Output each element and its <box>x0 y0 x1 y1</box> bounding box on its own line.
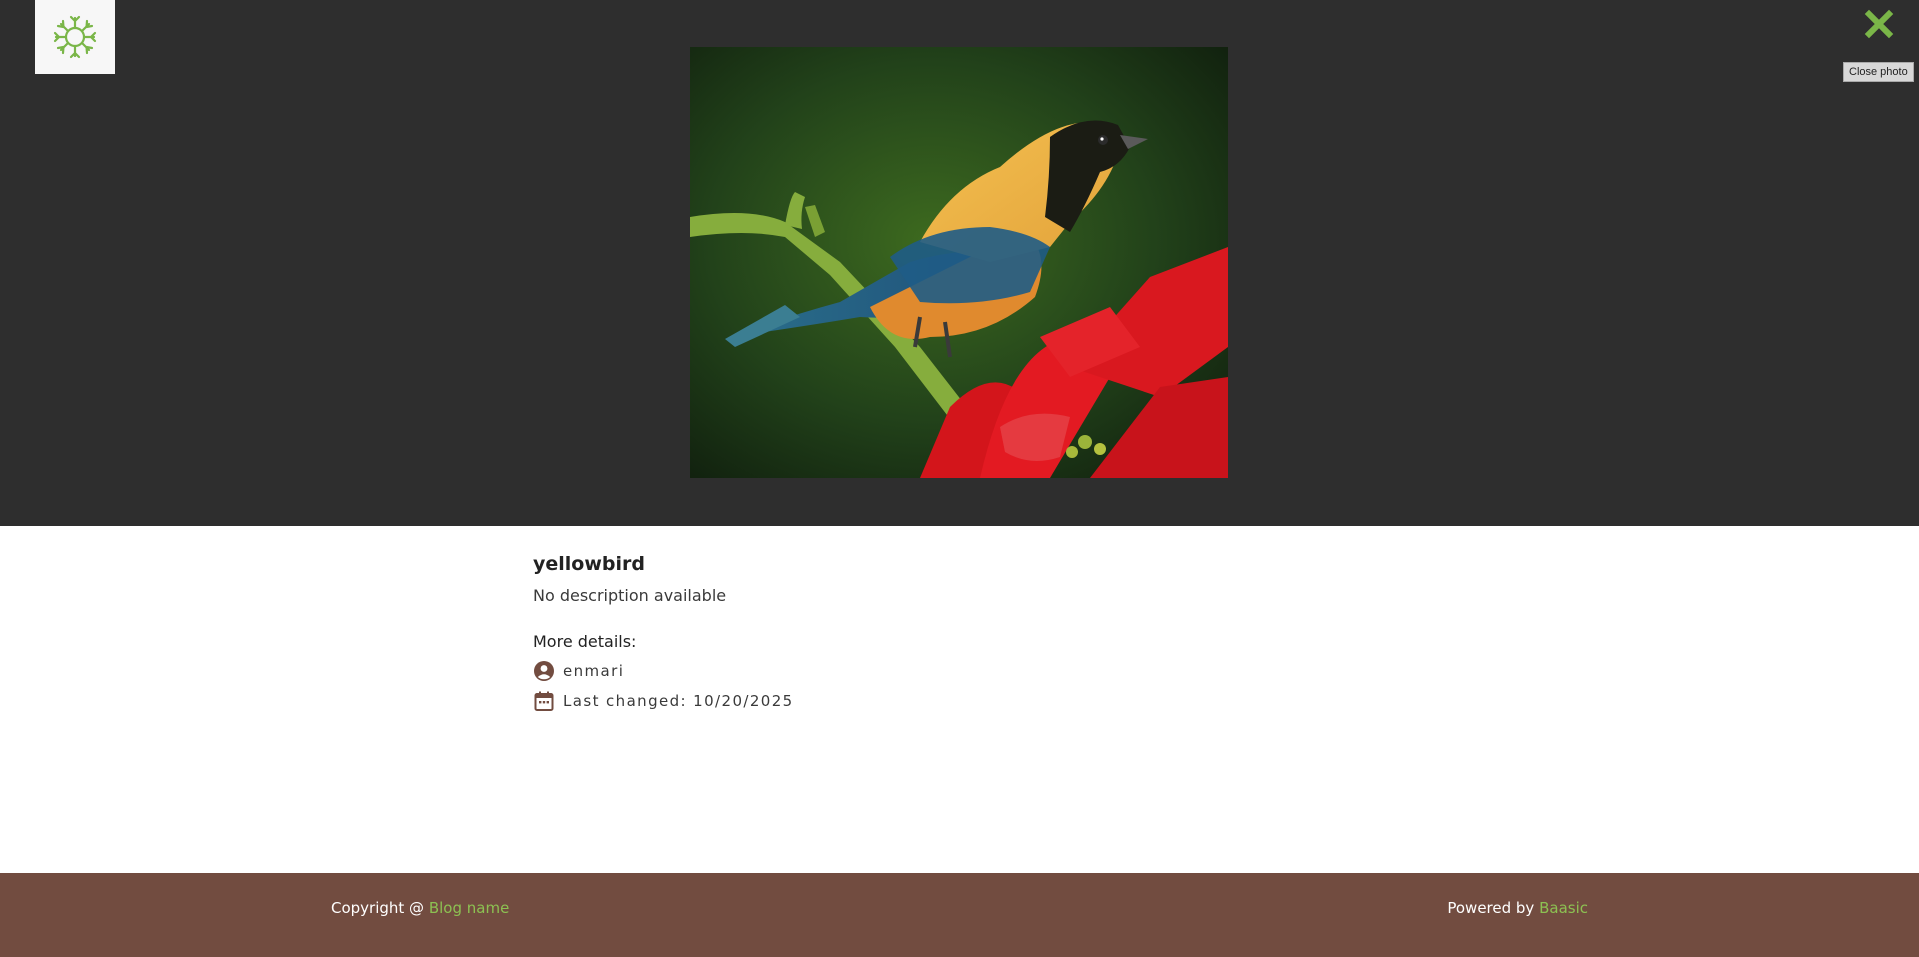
photo-description: No description available <box>533 586 727 605</box>
more-details-label: More details: <box>533 632 637 651</box>
photo-viewer-header: Close photo <box>0 0 1919 526</box>
last-changed-text: Last changed: 10/20/2025 <box>563 692 794 710</box>
blog-name-link[interactable]: Blog name <box>429 899 509 917</box>
powered-prefix: Powered by <box>1447 899 1535 917</box>
footer-powered-by: Powered by Baasic <box>1447 899 1588 917</box>
close-photo-tooltip[interactable]: Close photo <box>1843 62 1914 82</box>
account-circle-icon <box>534 661 554 681</box>
sun-logo-icon <box>53 15 97 59</box>
home-logo-link[interactable] <box>35 0 115 74</box>
author-row: enmari <box>533 660 1233 682</box>
close-icon[interactable] <box>1864 9 1894 39</box>
photo-title: yellowbird <box>533 553 645 575</box>
photo-details: yellowbird No description available More… <box>533 552 1233 712</box>
author-name: enmari <box>563 662 625 680</box>
copyright-prefix: Copyright @ <box>331 899 425 917</box>
site-footer: Copyright @ Blog name Powered by Baasic <box>0 873 1919 957</box>
bird-photo <box>690 47 1228 478</box>
footer-copyright: Copyright @ Blog name <box>331 899 509 917</box>
baasic-link[interactable]: Baasic <box>1539 899 1588 917</box>
calendar-icon <box>534 691 554 711</box>
last-changed-row: Last changed: 10/20/2025 <box>533 690 1233 712</box>
